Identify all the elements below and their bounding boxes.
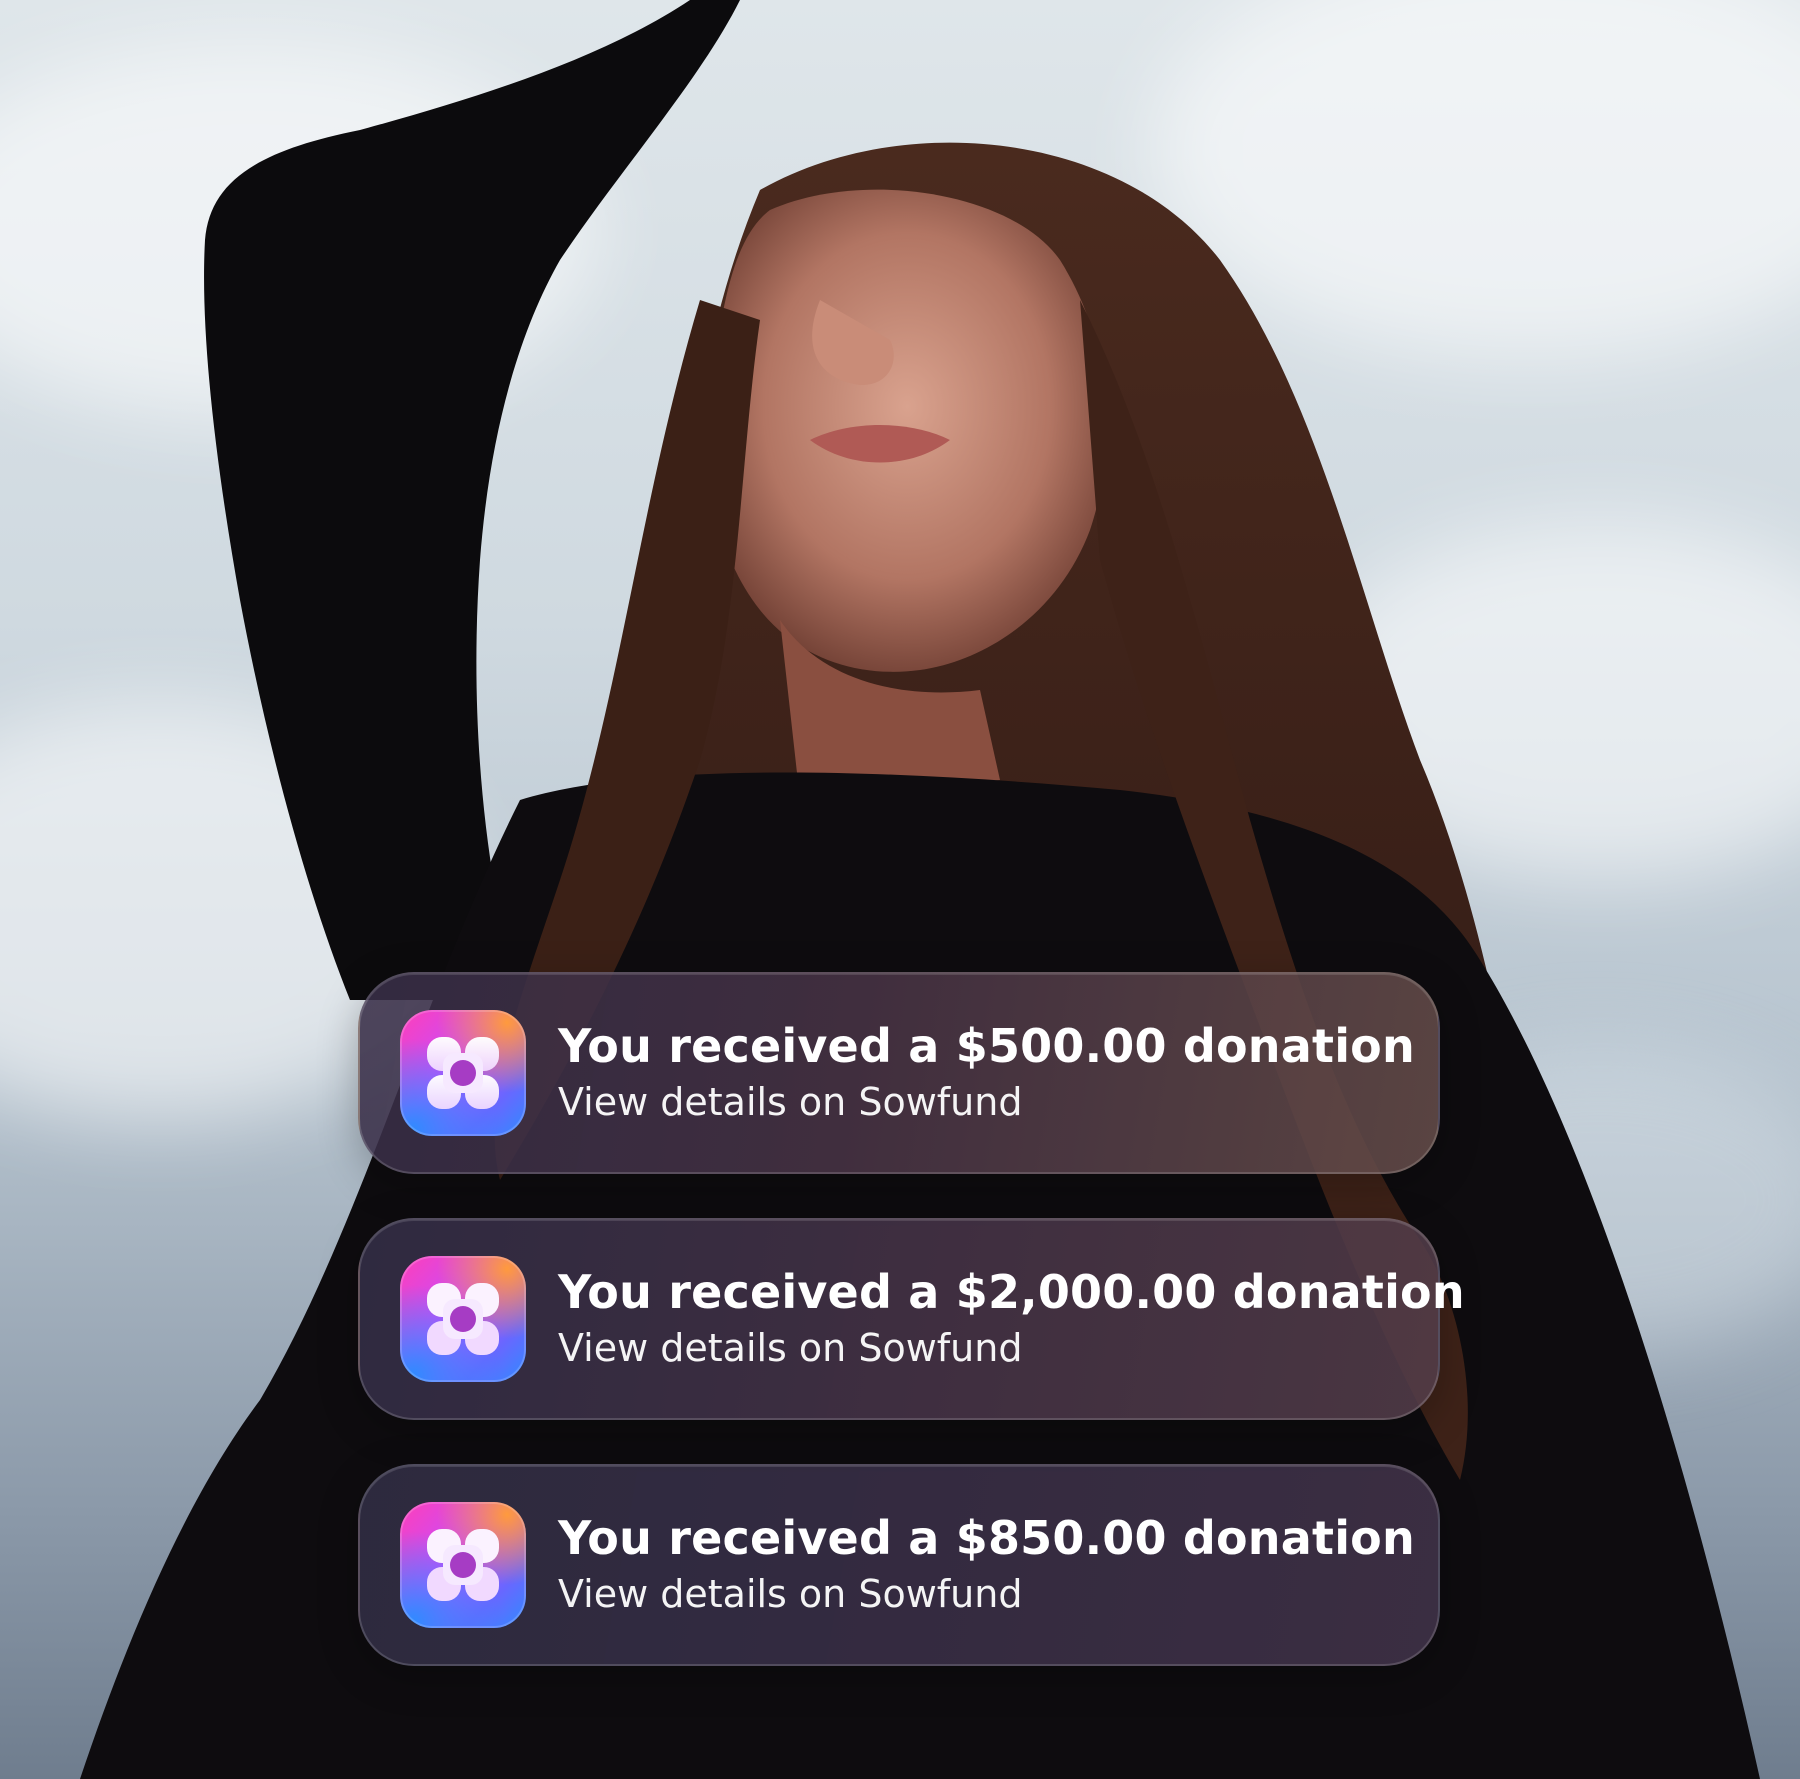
background-scene: You received a $500.00 donation View det… — [0, 0, 1800, 1779]
notification-text: You received a $2,000.00 donation View d… — [558, 1263, 1465, 1375]
notification-stack: You received a $500.00 donation View det… — [358, 972, 1465, 1710]
notification-subtitle: View details on Sowfund — [558, 1572, 1023, 1616]
sowfund-flower-icon — [400, 1502, 526, 1628]
notification-subtitle: View details on Sowfund — [558, 1080, 1023, 1124]
sowfund-flower-icon — [400, 1010, 526, 1136]
donation-notification[interactable]: You received a $850.00 donation View det… — [358, 1464, 1440, 1666]
notification-title: You received a $2,000.00 donation — [558, 1265, 1465, 1319]
notification-title: You received a $500.00 donation — [558, 1019, 1415, 1073]
notification-text: You received a $850.00 donation View det… — [558, 1509, 1415, 1621]
sowfund-flower-icon — [400, 1256, 526, 1382]
donation-notification[interactable]: You received a $500.00 donation View det… — [358, 972, 1440, 1174]
notification-subtitle: View details on Sowfund — [558, 1326, 1023, 1370]
notification-title: You received a $850.00 donation — [558, 1511, 1415, 1565]
notification-text: You received a $500.00 donation View det… — [558, 1017, 1415, 1129]
donation-notification[interactable]: You received a $2,000.00 donation View d… — [358, 1218, 1465, 1420]
